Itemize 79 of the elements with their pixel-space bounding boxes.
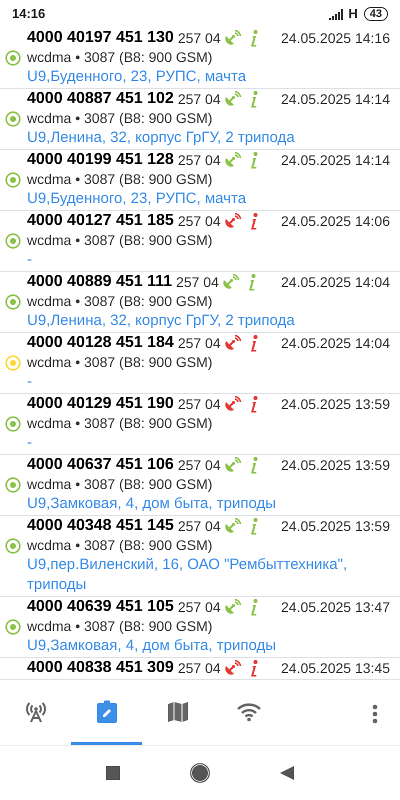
technology-text: wcdma • 3087 (B8: 900 GSM)	[27, 48, 212, 67]
cell-row[interactable]: 4000 40127 451 185 257 04 24.05.2025 14:06 wcdma • 3087 (B8: 900 GSM) -	[0, 211, 400, 272]
address-text: -	[27, 372, 33, 392]
cell-row[interactable]: 4000 40838 451 309 257 04 24.05.2025 13:45	[0, 658, 400, 680]
cell-row[interactable]: 4000 40129 451 190 257 04 24.05.2025 13:59 wcdma • 3087 (B8: 900 GSM) -	[0, 394, 400, 455]
map-icon	[166, 701, 188, 723]
network-code: 257 04	[178, 28, 221, 48]
address-text: U9,Ленина, 32, корпус ГрГУ, 2 трипода	[27, 311, 296, 331]
clipboard-pencil-icon	[96, 700, 118, 724]
cell-id: 4000 40129 451 190	[27, 394, 174, 414]
cell-row[interactable]: 4000 40197 451 130 257 04 24.05.2025 14:16 wcdma • 3087 (B8: 900 GSM) U9,Буденного, 23, РУПС, мачта	[0, 28, 400, 89]
network-type: H	[348, 5, 358, 24]
timestamp: 24.05.2025 14:14	[281, 90, 390, 108]
address-text: U9,Буденного, 23, РУПС, мачта	[27, 67, 248, 87]
cell-row[interactable]: 4000 40128 451 184 257 04 24.05.2025 14:04 wcdma • 3087 (B8: 900 GSM) -	[0, 333, 400, 394]
technology-text: wcdma • 3087 (B8: 900 GSM)	[27, 617, 212, 636]
wifi-icon	[236, 702, 262, 722]
cell-id: 4000 40197 451 130	[27, 28, 174, 48]
network-code: 257 04	[178, 150, 221, 170]
address-text: -	[27, 250, 33, 270]
address-text: U9,пер.Виленский, 16, ОАО "Рембыттехника", триподы	[27, 555, 348, 595]
technology-text: wcdma • 3087 (B8: 900 GSM)	[27, 475, 212, 494]
timestamp: 24.05.2025 14:16	[281, 28, 390, 48]
signal-icon	[329, 8, 346, 20]
address-text: -	[27, 433, 33, 453]
battery-indicator: 43	[364, 7, 388, 21]
cell-id: 4000 40838 451 309	[27, 658, 174, 678]
info-icon[interactable]	[250, 334, 258, 352]
cell-id: 4000 40348 451 145	[27, 516, 174, 536]
cell-id: 4000 40128 451 184	[27, 333, 174, 353]
network-code: 257 04	[178, 456, 221, 474]
network-code: 257 04	[178, 212, 221, 230]
technology-text: wcdma • 3087 (B8: 900 GSM)	[27, 353, 212, 372]
cell-id: 4000 40639 451 105	[27, 597, 174, 617]
cell-id: 4000 40127 451 185	[27, 211, 174, 231]
technology-text: wcdma • 3087 (B8: 900 GSM)	[27, 536, 212, 555]
home-button[interactable]	[190, 763, 210, 783]
address-text: U9,Ленина, 32, корпус ГрГУ, 2 трипода	[27, 128, 296, 148]
cell-row[interactable]: 4000 40887 451 102 257 04 24.05.2025 14:14 wcdma • 3087 (B8: 900 GSM) U9,Ленина, 32, корпус ГрГУ, 2 трипода	[0, 89, 400, 150]
timestamp: 24.05.2025 13:47	[281, 598, 390, 616]
timestamp: 24.05.2025 14:14	[281, 150, 390, 170]
cell-row[interactable]: 4000 40639 451 105 257 04 24.05.2025 13:47 wcdma • 3087 (B8: 900 GSM) U9,Замковая, 4, дом быта, триподы	[0, 597, 400, 658]
cell-id: 4000 40199 451 128	[27, 150, 174, 170]
network-code: 257 04	[176, 272, 219, 292]
address-text: U9,Замковая, 4, дом быта, триподы	[27, 636, 277, 656]
technology-text: wcdma • 3087 (B8: 900 GSM)	[27, 109, 212, 128]
address-text: U9,Замковая, 4, дом быта, триподы	[27, 494, 277, 514]
timestamp: 24.05.2025 13:59	[281, 516, 390, 536]
timestamp: 24.05.2025 13:59	[281, 456, 390, 474]
cell-row[interactable]: 4000 40199 451 128 257 04 24.05.2025 14:14 wcdma • 3087 (B8: 900 GSM) U9,Буденного, 23, РУПС, мачта	[0, 150, 400, 211]
technology-text: wcdma • 3087 (B8: 900 GSM)	[27, 170, 212, 189]
info-icon[interactable]	[250, 660, 258, 676]
technology-text: wcdma • 3087 (B8: 900 GSM)	[27, 414, 212, 433]
timestamp: 24.05.2025 13:59	[281, 394, 390, 414]
cell-id: 4000 40889 451 111	[27, 272, 172, 292]
network-code: 257 04	[178, 516, 221, 536]
technology-text: wcdma • 3087 (B8: 900 GSM)	[27, 231, 212, 250]
technology-text: wcdma • 3087 (B8: 900 GSM)	[27, 292, 212, 311]
more-icon[interactable]	[372, 704, 378, 724]
timestamp: 24.05.2025 14:04	[281, 272, 390, 292]
cell-id: 4000 40887 451 102	[27, 89, 174, 109]
clock: 14:16	[12, 5, 46, 24]
network-code: 257 04	[178, 658, 221, 678]
address-text: U9,Буденного, 23, РУПС, мачта	[27, 189, 248, 209]
info-icon[interactable]	[250, 396, 258, 412]
network-code: 257 04	[178, 90, 221, 108]
network-code: 257 04	[178, 598, 221, 616]
timestamp: 24.05.2025 14:06	[281, 212, 390, 230]
network-code: 257 04	[178, 334, 221, 352]
cell-id: 4000 40637 451 106	[27, 455, 174, 475]
network-code: 257 04	[178, 394, 221, 414]
timestamp: 24.05.2025 13:45	[281, 658, 390, 678]
info-icon[interactable]	[250, 212, 258, 230]
antenna-icon	[24, 700, 48, 724]
cell-row[interactable]: 4000 40889 451 111 257 04 24.05.2025 14:04 wcdma • 3087 (B8: 900 GSM) U9,Ленина, 32, корпус ГрГУ, 2 трипода	[0, 272, 400, 333]
timestamp: 24.05.2025 14:04	[281, 334, 390, 352]
cell-row[interactable]: 4000 40348 451 145 257 04 24.05.2025 13:59 wcdma • 3087 (B8: 900 GSM) U9,пер.Виленский, 16, ОАО "Рембыттехника", триподы	[0, 516, 400, 597]
cell-row[interactable]: 4000 40637 451 106 257 04 24.05.2025 13:59 wcdma • 3087 (B8: 900 GSM) U9,Замковая, 4, дом быта, триподы	[0, 455, 400, 516]
back-button[interactable]	[280, 766, 294, 780]
